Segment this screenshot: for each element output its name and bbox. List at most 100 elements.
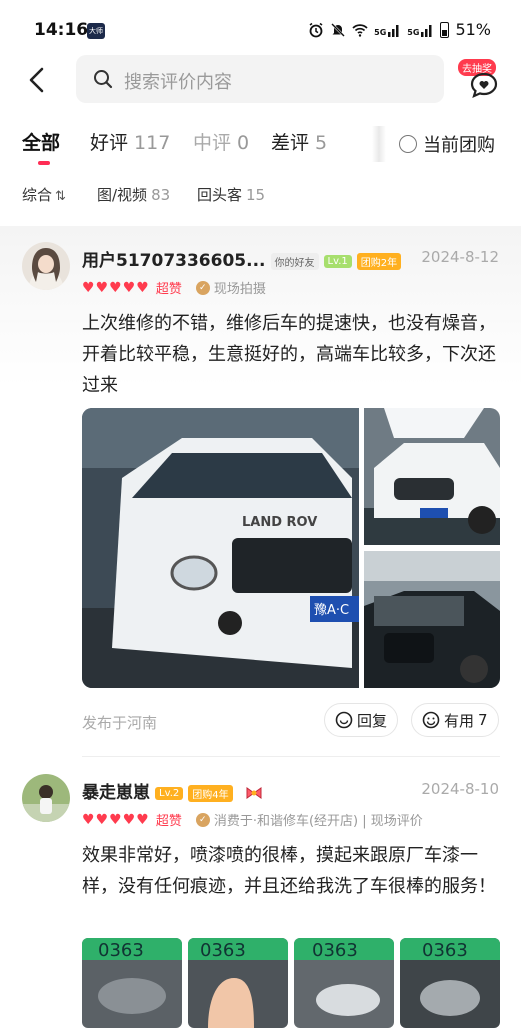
battery-level: 51%	[455, 20, 491, 39]
radio-unchecked-icon	[399, 135, 417, 153]
post-location: 发布于河南	[82, 714, 158, 732]
review-text[interactable]: 效果非常好，喷漆喷的很棒，摸起来跟原厂车漆一样，没有任何痕迹，并且还给我洗了车很…	[82, 840, 500, 902]
signal-2-icon: 5G	[407, 23, 434, 37]
tab-negative[interactable]: 差评 5	[271, 128, 327, 155]
helpful-label: 有用	[444, 711, 475, 730]
username-text: 用户51707336605...	[82, 251, 266, 271]
reply-icon	[335, 711, 353, 729]
heart-icon: ♥	[122, 811, 136, 828]
tab-neutral-label: 中评	[193, 132, 232, 154]
review-feed[interactable]: 用户51707336605... 你的好友 Lv.1 团购2年 2024-8-12 ♥…	[0, 226, 521, 1028]
review-divider	[82, 756, 500, 757]
avatar[interactable]	[22, 774, 70, 822]
group-years-badge: 团购4年	[188, 784, 233, 802]
thumb-plate-text: 0363	[98, 940, 144, 961]
filter-media-count: 83	[151, 186, 171, 204]
review-photo[interactable]: 0363	[400, 938, 500, 1028]
verified-check-icon: ✓	[195, 812, 210, 827]
current-group-label: 当前团购	[423, 135, 495, 156]
search-input[interactable]: 搜索评价内容	[76, 55, 444, 103]
sort-filters: 综合 ⇅ 图/视频 83 回头客 15	[0, 184, 521, 208]
level-badge: Lv.1	[323, 254, 352, 268]
praise-label: 超赞	[155, 282, 182, 297]
heart-icon: ♥	[95, 811, 109, 828]
review-username[interactable]: 暴走崽崽 Lv.2 团购4年	[82, 778, 263, 803]
bow-badge-icon	[246, 787, 262, 799]
tab-all-label: 全部	[22, 132, 61, 154]
avatar[interactable]	[22, 242, 70, 290]
top-bar: 搜索评价内容 去抽奖	[0, 55, 521, 105]
heart-icon: ♥	[82, 279, 95, 296]
filter-returning[interactable]: 回头客 15	[197, 184, 265, 205]
filter-returning-count: 15	[246, 186, 266, 204]
mute-icon	[331, 22, 346, 37]
helpful-count: 7	[478, 711, 488, 729]
username-text: 暴走崽崽	[82, 783, 150, 803]
smile-icon	[422, 711, 440, 729]
status-icons: 5G 5G 51%	[308, 20, 491, 39]
review-meta: 消费于·和谐修车(经开店) | 现场评价	[213, 814, 423, 829]
heart-icon: ♥	[109, 279, 122, 296]
tab-positive-count: 117	[134, 132, 171, 154]
friend-tag: 你的好友	[270, 252, 319, 270]
tab-positive[interactable]: 好评 117	[90, 128, 170, 155]
reply-button[interactable]: 回复	[324, 703, 399, 737]
status-time: 14:16	[34, 20, 89, 40]
chat-heart-icon	[470, 72, 498, 98]
verified-check-icon: ✓	[195, 280, 210, 295]
active-tab-indicator	[38, 161, 50, 165]
heart-icon: ♥	[136, 279, 149, 296]
praise-label: 超赞	[155, 814, 182, 829]
rating-row: ♥ ♥ ♥ ♥ ♥ 超赞 ✓ 现场拍摄	[82, 278, 266, 298]
back-arrow-icon[interactable]	[24, 66, 52, 94]
thumb-plate-text: 0363	[312, 940, 358, 961]
tab-scroll-fade	[372, 126, 386, 162]
current-group-toggle[interactable]: 当前团购	[399, 131, 495, 157]
battery-icon	[440, 21, 450, 38]
review-photo-2[interactable]	[364, 408, 500, 545]
wifi-icon	[352, 23, 368, 37]
signal-1-icon: 5G	[374, 23, 401, 37]
thumb-plate-text: 0363	[200, 940, 246, 961]
heart-icon: ♥	[136, 811, 149, 828]
plate-text: 豫A·C	[314, 603, 349, 618]
svg-text:LAND ROV: LAND ROV	[242, 515, 317, 530]
review-photo[interactable]: 0363	[82, 938, 182, 1028]
heart-icon: ♥	[82, 811, 95, 828]
tab-negative-label: 差评	[271, 132, 310, 154]
lottery-button[interactable]: 去抽奖	[458, 59, 508, 103]
filter-comprehensive[interactable]: 综合 ⇅	[22, 184, 66, 205]
filter-media[interactable]: 图/视频 83	[97, 184, 170, 205]
filter-comprehensive-label: 综合	[22, 186, 53, 204]
review-photos: LAND ROV 豫A·C	[82, 408, 500, 688]
tab-neutral-count: 0	[237, 132, 250, 154]
helpful-button[interactable]: 有用 7	[411, 703, 499, 737]
review-photo-main[interactable]: LAND ROV 豫A·C	[82, 408, 359, 688]
review-date: 2024-8-12	[421, 248, 499, 266]
heart-icon: ♥	[109, 811, 122, 828]
sort-icon: ⇅	[55, 189, 66, 204]
tab-neutral[interactable]: 中评 0	[193, 128, 249, 155]
group-years-badge: 团购2年	[356, 252, 402, 270]
heart-icon: ♥	[122, 279, 136, 296]
review-username[interactable]: 用户51707336605... 你的好友 Lv.1 团购2年	[82, 246, 402, 271]
app-badge-icon: 大师	[87, 23, 105, 39]
review-photo-3[interactable]	[364, 551, 500, 688]
search-placeholder: 搜索评价内容	[124, 72, 232, 93]
alarm-icon	[309, 22, 323, 37]
rating-tabs: 全部 好评 117 中评 0 差评 5 当前团购	[0, 126, 521, 168]
review-date: 2024-8-10	[421, 780, 499, 798]
status-bar: 14:16 大师 5G 5G 51%	[0, 0, 521, 60]
review-photo[interactable]: 0363	[188, 938, 288, 1028]
review-photo[interactable]: 0363	[294, 938, 394, 1028]
review-text[interactable]: 上次维修的不错，维修后车的提速快，也没有燥音，开着比较平稳，生意挺好的，高端车比…	[82, 308, 500, 401]
filter-media-label: 图/视频	[97, 186, 148, 204]
level-badge: Lv.2	[155, 786, 184, 800]
review-meta: 现场拍摄	[213, 282, 266, 297]
tab-all[interactable]: 全部	[22, 128, 60, 155]
thumb-plate-text: 0363	[422, 940, 468, 961]
search-icon	[94, 70, 113, 89]
tab-negative-count: 5	[315, 132, 328, 154]
review-photos: 0363 0363 0363 0363	[82, 938, 500, 1028]
tab-positive-label: 好评	[90, 132, 129, 154]
